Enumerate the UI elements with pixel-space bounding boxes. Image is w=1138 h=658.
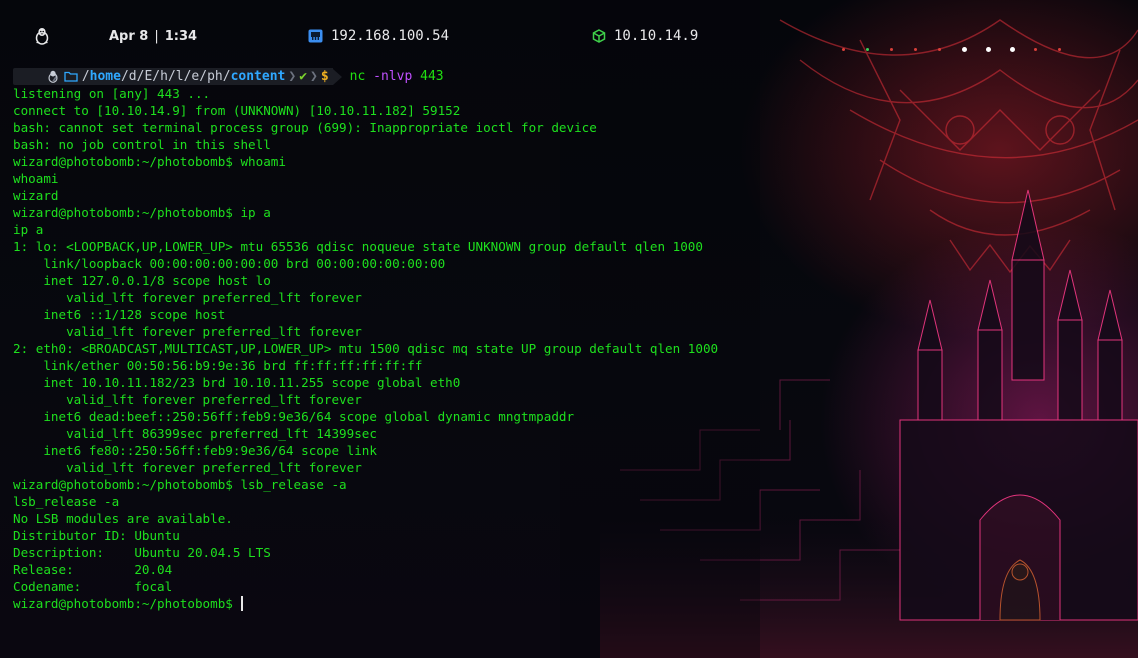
terminal-line: inet6 dead:beef::250:56ff:feb9:9e36/64 s…	[13, 409, 575, 424]
prompt-linux-icon	[48, 70, 58, 83]
workspace-dot[interactable]	[986, 44, 1010, 54]
workspace-dot[interactable]	[938, 44, 962, 54]
shell-prompt: ❯ /home/d/E/h/l/e/ph/content ❯ ✔ ❯ $ nc …	[13, 68, 444, 85]
workspace-dot-mark	[1010, 46, 1015, 52]
terminal-line: bash: no job control in this shell	[13, 137, 271, 152]
terminal-line: listening on [any] 443 ...	[13, 86, 211, 101]
path-separator: /	[167, 69, 176, 84]
workspace-dot-mark	[914, 47, 917, 51]
terminal-output[interactable]: listening on [any] 443 ... connect to [10…	[13, 85, 718, 612]
path-separator: /	[152, 69, 161, 84]
terminal-line: valid_lft forever preferred_lft forever	[13, 460, 362, 475]
terminal-line: link/ether 00:50:56:b9:9e:36 brd ff:ff:f…	[13, 358, 423, 373]
vpn-ip-widget: 10.10.14.9	[592, 26, 698, 46]
command-name: nc	[349, 69, 366, 84]
prompt-arrow	[332, 68, 342, 85]
workspace-dot-mark	[938, 47, 941, 51]
terminal-line: 1: lo: <LOOPBACK,UP,LOWER_UP> mtu 65536 …	[13, 239, 703, 254]
terminal-line: inet 10.10.11.182/23 brd 10.10.11.255 sc…	[13, 375, 461, 390]
terminal-line: Distributor ID: Ubuntu	[13, 528, 180, 543]
path-part: h	[160, 69, 168, 84]
terminal-line: lsb_release -a	[13, 494, 120, 509]
workspace-dot[interactable]	[1034, 44, 1058, 54]
path-part: l	[175, 69, 184, 84]
workspace-dot-mark	[842, 47, 845, 51]
path-separator: /	[199, 69, 208, 84]
workspace-dot[interactable]	[1058, 44, 1082, 54]
date-time: Apr 8 | 1:34	[109, 26, 197, 46]
terminal-line: valid_lft forever preferred_lft forever	[13, 290, 362, 305]
workspace-dot[interactable]	[842, 44, 866, 54]
desktop-screen: Apr 8 | 1:34 192.168.100.54 10.10.14.9 ❯…	[0, 0, 1138, 658]
terminal-line: Description: Ubuntu 20.04.5 LTS	[13, 545, 271, 560]
vpn-ip-label: 10.10.14.9	[614, 28, 699, 44]
workspace-dot-mark	[866, 47, 869, 51]
segment-chevron: ❯	[310, 69, 318, 84]
workspace-dot-mark	[962, 46, 967, 52]
ethernet-icon	[308, 29, 323, 43]
terminal-line: inet 127.0.0.1/8 scope host lo	[13, 273, 271, 288]
time-label: 1:34	[164, 28, 198, 44]
path-separator: /	[81, 69, 90, 84]
terminal-line-current: wizard@photobomb:~/photobomb$	[13, 595, 718, 612]
current-path: /home/d/E/h/l/e/ph/content	[82, 69, 286, 84]
local-ip-widget: 192.168.100.54	[308, 26, 449, 46]
status-ok-icon: ✔	[299, 69, 308, 84]
workspace-dot-mark	[890, 47, 893, 51]
terminal-line: whoami	[13, 171, 59, 186]
terminal-line: wizard@photobomb:~/photobomb$ lsb_releas…	[13, 477, 347, 492]
terminal-line: wizard@photobomb:~/photobomb$ ip a	[13, 205, 271, 220]
path-part: home	[89, 69, 121, 84]
workspace-dot[interactable]	[1010, 44, 1034, 54]
command-flag: -nlvp	[373, 69, 413, 84]
workspace-dot[interactable]	[962, 44, 986, 54]
terminal-line: Codename: focal	[13, 579, 173, 594]
current-prompt-text: wizard@photobomb:~/photobomb$	[13, 596, 241, 611]
workspace-dot-mark	[1034, 47, 1037, 51]
linux-tux-icon	[34, 26, 52, 46]
terminal-line: wizard@photobomb:~/photobomb$ whoami	[13, 154, 286, 169]
date-label: Apr 8	[109, 28, 149, 44]
terminal-line: valid_lft forever preferred_lft forever	[13, 324, 362, 339]
workspace-dot[interactable]	[890, 44, 914, 54]
path-part: content	[230, 69, 286, 84]
workspace-dot-mark	[1058, 47, 1061, 51]
terminal-line: bash: cannot set terminal process group …	[13, 120, 597, 135]
text-cursor	[241, 596, 244, 611]
local-ip-label: 192.168.100.54	[331, 28, 450, 44]
entered-command: nc -nlvp 443	[350, 69, 444, 84]
status-bar: Apr 8 | 1:34 192.168.100.54 10.10.14.9	[0, 18, 1138, 54]
terminal-line: inet6 fe80::250:56ff:feb9:9e36/64 scope …	[13, 443, 377, 458]
prompt-symbol: $	[320, 69, 329, 84]
path-part: ph	[207, 69, 223, 84]
terminal-line: ip a	[13, 222, 44, 237]
path-separator: /	[222, 69, 231, 84]
vpn-cube-icon	[592, 29, 606, 43]
prompt-os-segment: ❯ /home/d/E/h/l/e/ph/content ❯ ✔ ❯ $	[13, 68, 333, 85]
command-arg: 443	[420, 69, 444, 84]
terminal-line: link/loopback 00:00:00:00:00:00 brd 00:0…	[13, 256, 446, 271]
path-part: d	[128, 69, 137, 84]
terminal-line: valid_lft forever preferred_lft forever	[13, 392, 362, 407]
terminal-line: 2: eth0: <BROADCAST,MULTICAST,UP,LOWER_U…	[13, 341, 719, 356]
segment-chevron: ❯	[288, 69, 297, 84]
workspace-dot[interactable]	[866, 44, 890, 54]
terminal-line: valid_lft 86399sec preferred_lft 14399se…	[13, 426, 377, 441]
terminal-line: connect to [10.10.14.9] from (UNKNOWN) […	[13, 103, 461, 118]
folder-icon	[64, 71, 78, 82]
terminal-line: Release: 20.04	[13, 562, 173, 577]
terminal-line: wizard	[13, 188, 59, 203]
path-separator: /	[120, 69, 129, 84]
terminal-line: inet6 ::1/128 scope host	[13, 307, 226, 322]
terminal-line: No LSB modules are available.	[13, 511, 233, 526]
workspace-dot[interactable]	[914, 44, 938, 54]
workspace-indicators	[842, 44, 1082, 54]
date-time-separator: |	[154, 28, 159, 44]
workspace-dot-mark	[986, 46, 991, 52]
